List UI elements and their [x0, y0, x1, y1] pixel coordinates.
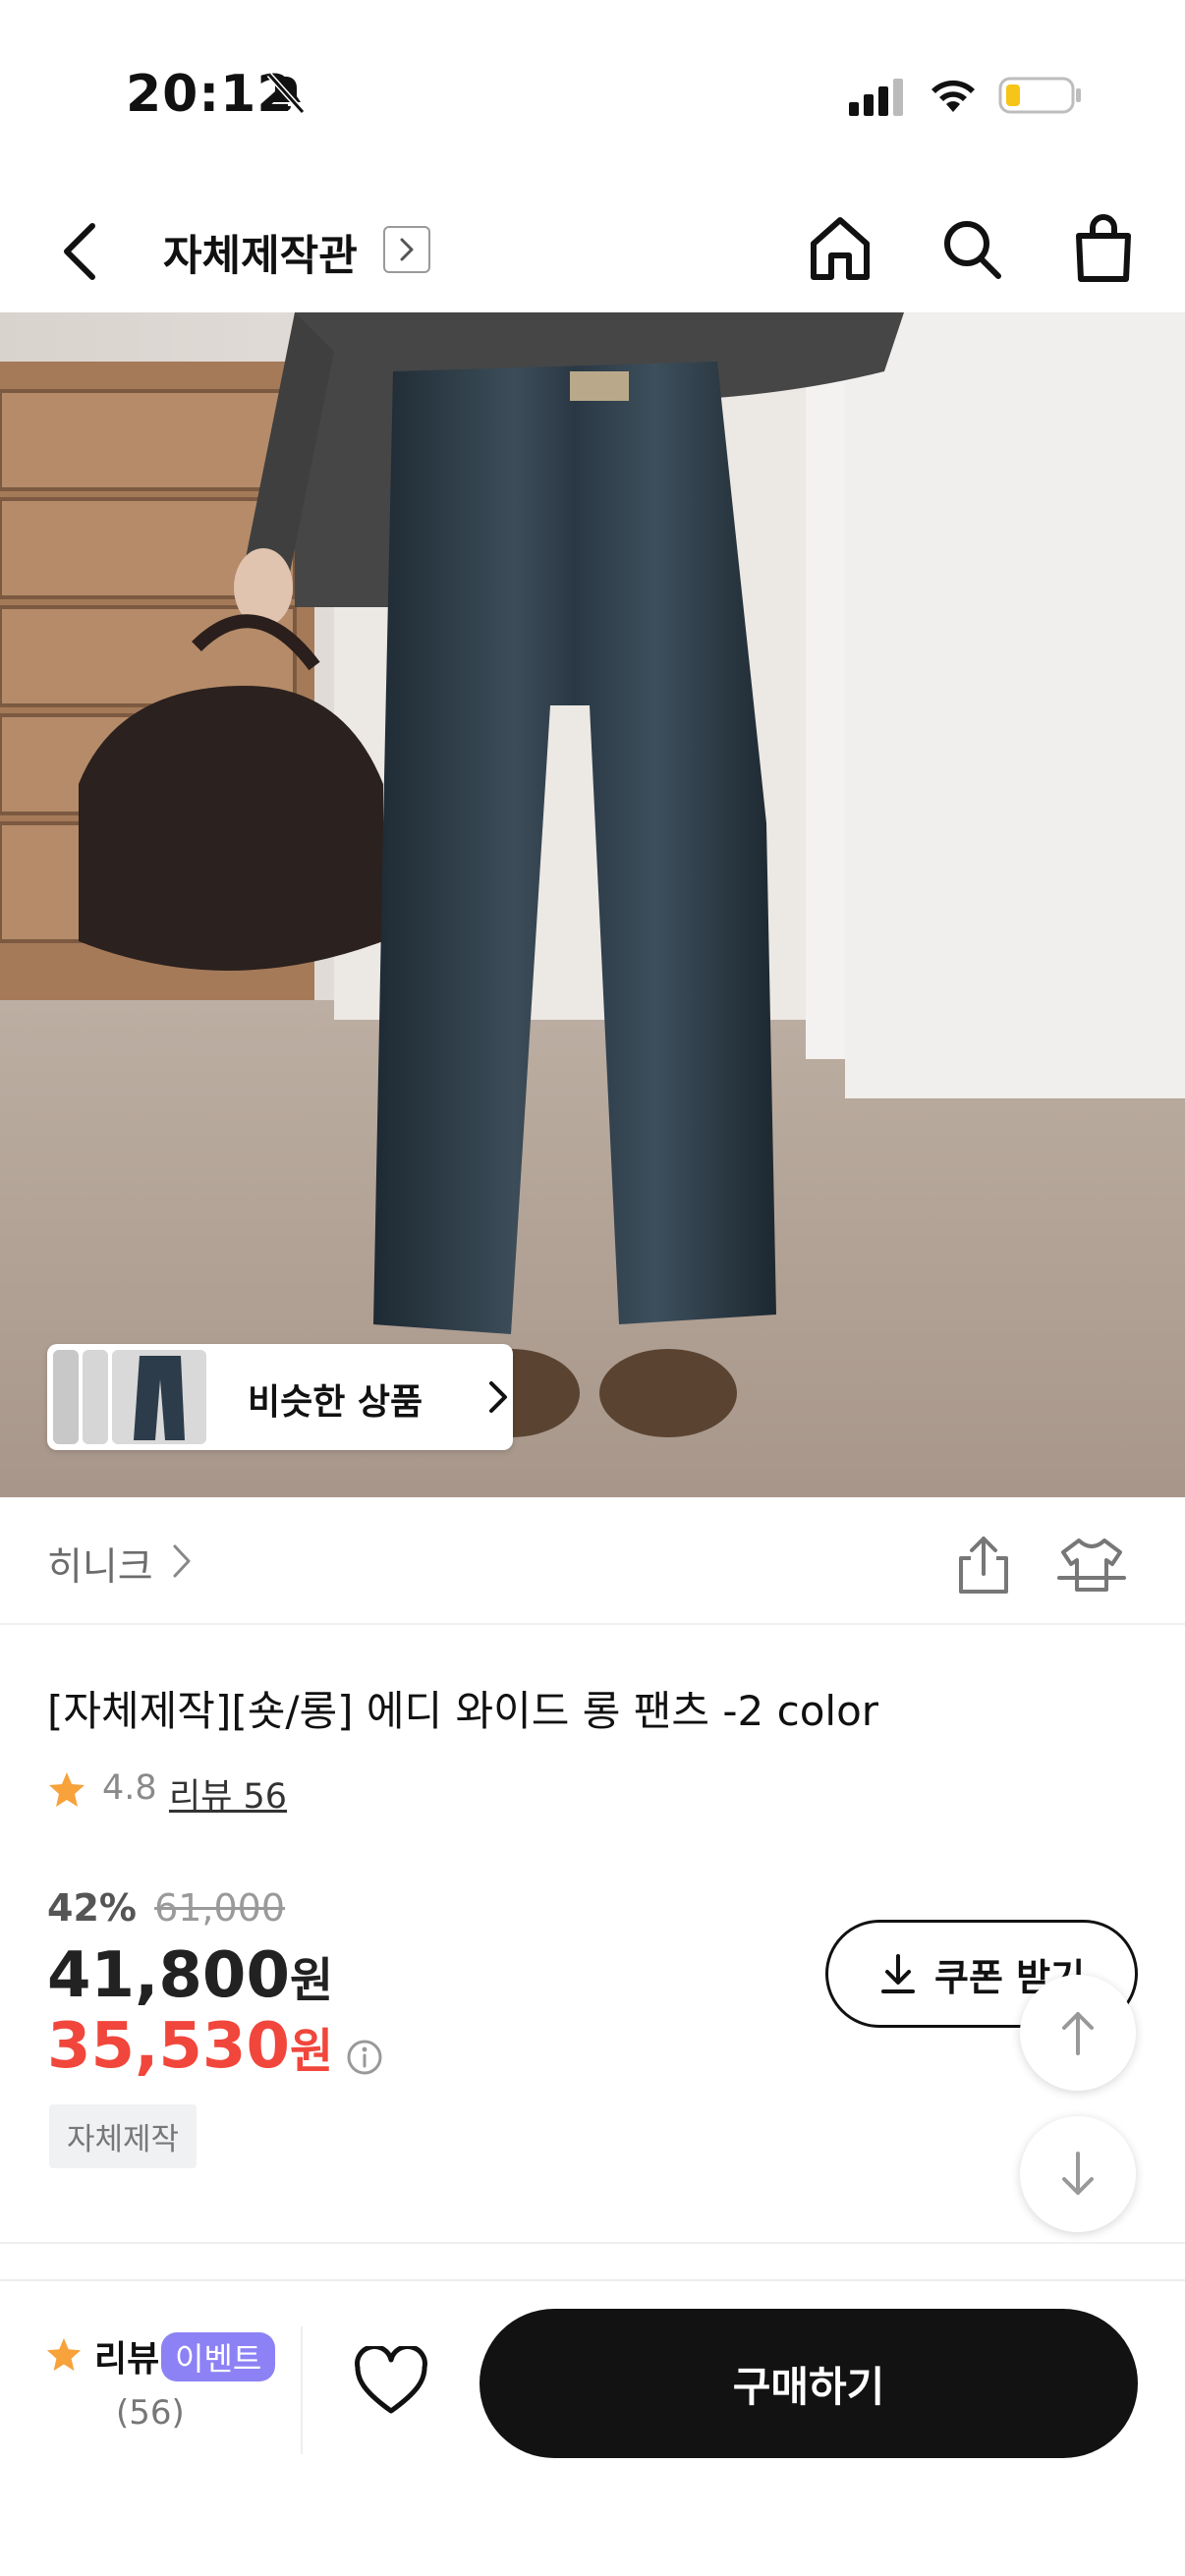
share-icon[interactable]: [955, 1535, 1012, 1596]
page-title[interactable]: 자체제작관: [163, 222, 358, 283]
similar-products-label: 비슷한 상품: [248, 1382, 423, 1423]
similar-thumb-2: [83, 1350, 108, 1444]
battery-icon: [998, 77, 1081, 114]
shopping-bag-icon[interactable]: [1071, 212, 1136, 283]
nav-bar: 자체제작관: [0, 187, 1185, 314]
back-icon[interactable]: [57, 220, 104, 283]
rating-value: 4.8: [102, 1768, 157, 1808]
buy-button[interactable]: 구매하기: [480, 2309, 1138, 2458]
similar-thumb-3: [112, 1350, 206, 1444]
bottom-review-count[interactable]: (56): [116, 2393, 185, 2433]
bottom-bar-divider: [301, 2326, 303, 2454]
title-chevron-icon[interactable]: [383, 226, 430, 273]
sale-price-currency: 원: [289, 1953, 334, 2008]
product-tag: 자체제작: [49, 2104, 198, 2168]
star-icon: [49, 1772, 85, 1807]
bottom-action-bar: 리뷰 이벤트 (56) 구매하기: [0, 2279, 1185, 2576]
search-icon[interactable]: [939, 214, 1004, 283]
product-photo: [0, 312, 1185, 1497]
arrow-down-icon: [1062, 2152, 1094, 2195]
info-icon[interactable]: [346, 2039, 383, 2076]
scroll-to-top-button[interactable]: [1020, 1975, 1136, 2091]
scroll-to-bottom-button[interactable]: [1020, 2116, 1136, 2232]
coupon-price-currency: 원: [289, 2024, 334, 2079]
bell-slash-icon: [266, 72, 306, 115]
section-divider: [0, 2242, 1185, 2244]
discount-line: 42% 61,000: [47, 1886, 285, 1930]
sale-price: 41,800원: [47, 1939, 333, 2012]
signal-icon: [849, 79, 903, 116]
product-image[interactable]: [0, 312, 1185, 1497]
chevron-right-icon: [489, 1381, 507, 1413]
product-title: [자체제작][숏/롱] 에디 와이드 롱 팬츠 -2 color: [47, 1687, 879, 1735]
sale-price-value: 41,800: [47, 1939, 290, 2012]
review-link[interactable]: 리뷰 56: [169, 1768, 287, 1819]
review-star-icon: [46, 2337, 82, 2372]
wifi-icon: [931, 80, 975, 112]
arrow-up-icon: [1062, 2012, 1094, 2055]
bottom-review-label[interactable]: 리뷰: [94, 2330, 159, 2381]
brand-chevron-icon[interactable]: [171, 1542, 193, 1580]
coupon-price-value: 35,530: [47, 2010, 290, 2083]
home-icon[interactable]: [808, 214, 873, 283]
event-badge: 이벤트: [161, 2332, 276, 2381]
original-price: 61,000: [154, 1886, 286, 1930]
similar-products-card[interactable]: 비슷한 상품: [47, 1344, 513, 1450]
status-bar: 20:12: [0, 0, 1185, 187]
try-on-clothing-icon[interactable]: [1057, 1535, 1126, 1596]
coupon-price: 35,530원: [47, 2010, 383, 2083]
brand-name[interactable]: 히니크: [47, 1537, 153, 1592]
discount-rate: 42%: [47, 1886, 137, 1930]
similar-thumb-1: [53, 1350, 79, 1444]
download-icon: [881, 1954, 915, 1993]
heart-icon[interactable]: [354, 2346, 428, 2417]
brand-row: 히니크: [0, 1497, 1185, 1625]
